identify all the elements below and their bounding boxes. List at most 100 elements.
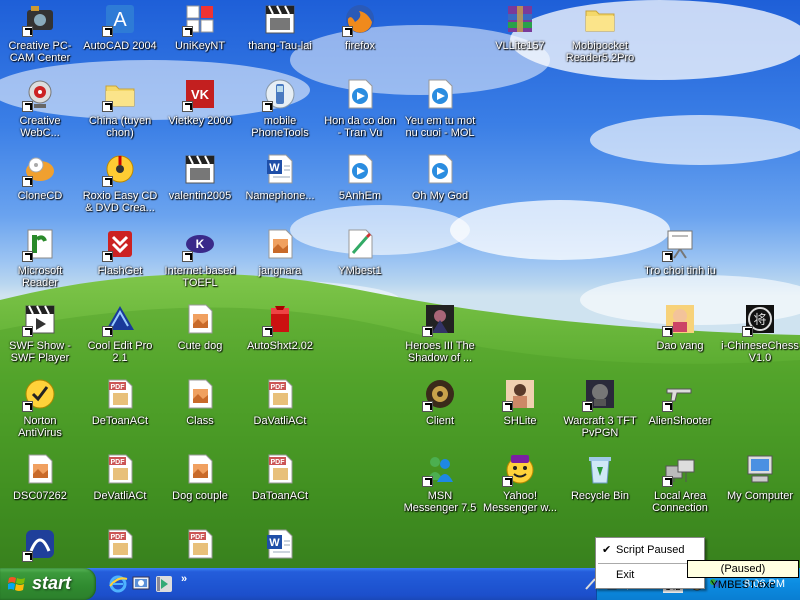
desktop-icon-label: DeToanACt (91, 415, 149, 427)
desktop-icon-msn-messenger-7-5[interactable]: MSN Messenger 7.5 (400, 450, 480, 520)
desktop-icon-creative-webc[interactable]: Creative WebC... (0, 75, 80, 145)
desktop-icon-dao-vang[interactable]: Dao vang (640, 300, 720, 370)
desktop-icon-mobipocket-reader5-2pro[interactable]: Mobipocket Reader5.2Pro (560, 0, 640, 70)
svg-text:W: W (269, 537, 280, 549)
desktop-icon-dog-couple[interactable]: Dog couple (160, 450, 240, 520)
desktop-icon-item-51[interactable]: PDF (160, 525, 240, 568)
desktop-icon-firefox[interactable]: firefox (320, 0, 400, 70)
desktop-icon-datoanact[interactable]: PDF DaToanACt (240, 450, 320, 520)
desktop-icon-oh-my-god[interactable]: Oh My God (400, 150, 480, 220)
desktop-icon-detoanact[interactable]: PDF DeToanACt (80, 375, 160, 445)
desktop-icon-vllite157[interactable]: VLLite157 (480, 0, 560, 70)
desktop-icon-label: SWF Show - SWF Player (9, 340, 71, 364)
autocad-icon: A (102, 2, 137, 37)
desktop-icon-class[interactable]: Class (160, 375, 240, 445)
desktop-icon-label: Namephone... (245, 190, 315, 202)
gun-icon (662, 377, 697, 412)
shortcut-arrow-icon (262, 101, 273, 112)
video-clapper-icon (263, 2, 297, 36)
desktop-icon-item-49[interactable] (0, 525, 80, 568)
menu-item-script-paused[interactable]: ✔ Script Paused (596, 540, 704, 560)
desktop-icon-5anhem[interactable]: 5AnhEm (320, 150, 400, 220)
shortcut-arrow-icon (422, 326, 433, 337)
desktop-icon-label: UniKeyNT (174, 40, 226, 52)
desktop-icon-label: jangnara (258, 265, 302, 277)
desktop-icon-local-area-connection[interactable]: Local Area Connection (640, 450, 720, 520)
desktop-icon-flashget[interactable]: FlashGet (80, 225, 160, 295)
desktop-icon-namephone[interactable]: W Namephone... (240, 150, 320, 220)
desktop-icon-thang-tau-lai[interactable]: thang-Tau-lai (240, 0, 320, 70)
desktop-icon-swf-show-swf-player[interactable]: SWF Show - SWF Player (0, 300, 80, 370)
desktop-icon-label: Heroes III The Shadow of ... (405, 340, 475, 364)
tray-tooltip: (Paused) YMBEST.exe (687, 560, 799, 591)
desktop-icon-china-tuyen-chon[interactable]: China (tuyen chon) (80, 75, 160, 145)
desktop-icon-label: Local Area Connection (652, 490, 708, 514)
desktop-icon-devatliact[interactable]: PDF DeVatliACt (80, 450, 160, 520)
desktop-icon-yahoo-messenger-w[interactable]: Yahoo! Messenger w... (480, 450, 560, 520)
start-button[interactable]: start (0, 568, 96, 600)
desktop-icon-label: Creative WebC... (19, 115, 61, 139)
desktop-icon-yeu-em-tu-mot-nu-cuoi-mol[interactable]: Yeu em tu mot nu cuoi - MOL (400, 75, 480, 145)
desktop-icon-label: i-ChineseChess V1.0 (721, 340, 799, 364)
desktop-icon-label: 5AnhEm (338, 190, 382, 202)
image-file-icon (183, 302, 217, 336)
pdf-file-icon: PDF (103, 377, 137, 411)
image-file-icon (183, 377, 217, 411)
desktop-icon-unikeynt[interactable]: UniKeyNT (160, 0, 240, 70)
svg-text:PDF: PDF (191, 534, 206, 541)
desktop-icon-tro-choi-tinh-iu[interactable]: Tro choi tinh iu (640, 225, 720, 295)
desktop-icon-alienshooter[interactable]: AlienShooter (640, 375, 720, 445)
desktop-icon-autoshxt2-02[interactable]: AutoShxt2.02 (240, 300, 320, 370)
shortcut-arrow-icon (662, 476, 673, 487)
desktop-icon-label: thang-Tau-lai (248, 40, 312, 52)
desktop-icon-warcraft-3-tft-pvpgn[interactable]: Warcraft 3 TFT PvPGN (560, 375, 640, 445)
desktop-icon-label: Dog couple (172, 490, 228, 502)
windows-logo-icon (8, 577, 25, 591)
desktop-icon-label: Recycle Bin (570, 490, 630, 502)
desktop-icon-vietkey-2000[interactable]: VK Vietkey 2000 (160, 75, 240, 145)
desktop-icon-recycle-bin[interactable]: Recycle Bin (560, 450, 640, 520)
desktop: Creative PC-CAM Center A AutoCAD 2004 UniKe… (0, 0, 800, 568)
desktop-icon-label: Hon da co don - Tran Vu (324, 115, 396, 139)
desktop-icon-autocad-2004[interactable]: A AutoCAD 2004 (80, 0, 160, 70)
media-player-icon[interactable] (154, 574, 174, 594)
checkmark-icon: ✔ (602, 544, 612, 556)
desktop-icon-internet-based-toefl[interactable]: K Internet-based TOEFL (160, 225, 240, 295)
desktop-icon-dsc07262[interactable]: DSC07262 (0, 450, 80, 520)
desktop-icon-label: firefox (345, 40, 375, 52)
media-file-icon (423, 77, 457, 111)
desktop-icon-jangnara[interactable]: jangnara (240, 225, 320, 295)
desktop-icon-cute-dog[interactable]: Cute dog (160, 300, 240, 370)
quick-launch-more-button[interactable]: » (181, 573, 187, 585)
desktop-icon-cool-edit-pro-2-1[interactable]: Cool Edit Pro 2.1 (80, 300, 160, 370)
microsoft-reader-icon (22, 227, 57, 262)
internet-explorer-icon[interactable] (108, 574, 128, 594)
desktop-icon-microsoft-reader[interactable]: Microsoft Reader (0, 225, 80, 295)
menu-item-label: Exit (616, 569, 635, 581)
desktop-icon-heroes-iii-the-shadow-of[interactable]: Heroes III The Shadow of ... (400, 300, 480, 370)
desktop-icon-label: AutoCAD 2004 (83, 40, 157, 52)
desktop-icon-i-chinesechess-v1-0[interactable]: 将 i-ChineseChess V1.0 (720, 300, 800, 370)
desktop-icon-my-computer[interactable]: My Computer (720, 450, 800, 520)
desktop-icon-davatliact[interactable]: PDF DaVatliACt (240, 375, 320, 445)
desktop-icon-clonecd[interactable]: CloneCD (0, 150, 80, 220)
desktop-icon-shlite[interactable]: SHLite (480, 375, 560, 445)
image-file-icon (23, 452, 57, 486)
desktop-icon-roxio-easy-cd-dvd-crea[interactable]: Roxio Easy CD & DVD Crea... (80, 150, 160, 220)
desktop-icon-mobile-phonetools[interactable]: mobile PhoneTools (240, 75, 320, 145)
desktop-icon-client[interactable]: Client (400, 375, 480, 445)
desktop-icon-item-50[interactable]: PDF (80, 525, 160, 568)
desktop-icon-label: Warcraft 3 TFT PvPGN (563, 415, 637, 439)
desktop-icon-label: mobile PhoneTools (251, 115, 309, 139)
show-desktop-icon[interactable] (131, 574, 151, 594)
desktop-icon-ymbest1[interactable]: YMbest1 (320, 225, 400, 295)
desktop-icon-item-52[interactable]: W (240, 525, 320, 568)
shortcut-arrow-icon (582, 401, 593, 412)
desktop-icon-creative-pc-cam-center[interactable]: Creative PC-CAM Center (0, 0, 80, 70)
shortcut-arrow-icon (22, 251, 33, 262)
autoshxt-icon (262, 302, 297, 337)
desktop-icon-norton-antivirus[interactable]: Norton AntiVirus (0, 375, 80, 445)
desktop-icon-valentin2005[interactable]: valentin2005 (160, 150, 240, 220)
phone-tools-icon (262, 77, 297, 112)
desktop-icon-hon-da-co-don-tran-vu[interactable]: Hon da co don - Tran Vu (320, 75, 400, 145)
